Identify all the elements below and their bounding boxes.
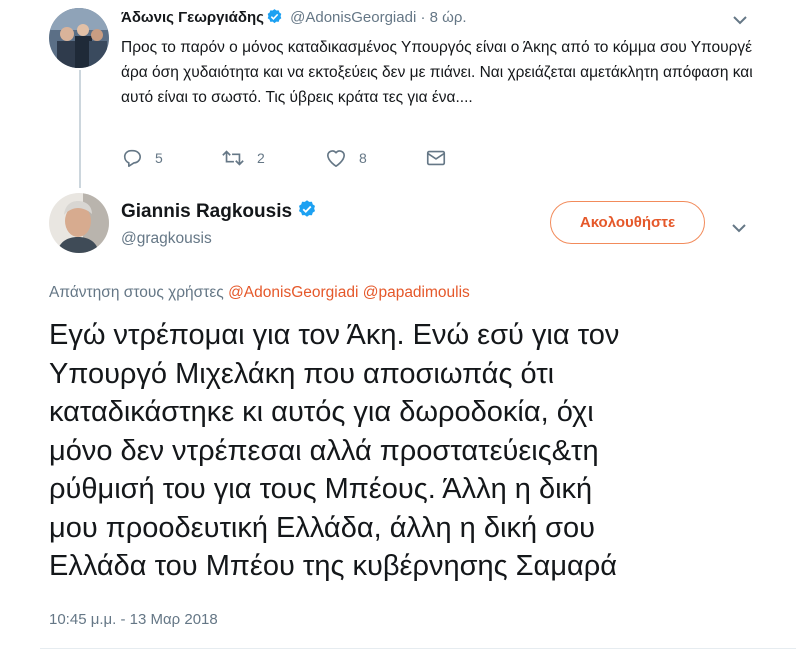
author-name-main[interactable]: Giannis Ragkousis	[121, 199, 320, 225]
author-handle[interactable]: @AdonisGeorgiadi	[290, 9, 416, 26]
avatar-ragkousis[interactable]	[49, 193, 109, 253]
replying-to-label: Απάντηση στους χρήστες	[49, 284, 224, 301]
author-name-text: Giannis Ragkousis	[121, 201, 293, 222]
avatar-adonis[interactable]	[49, 8, 109, 68]
retweet-action[interactable]: 2	[221, 148, 265, 168]
tweet-line: ρύθμισή του για τους Μπέους. Άλλη η δική	[49, 473, 593, 505]
like-action[interactable]: 8	[325, 148, 367, 168]
tweet-line: Υπουργό Μιχελάκη που αποσιωπάς ότι	[49, 357, 555, 390]
chevron-down-icon[interactable]	[732, 12, 748, 25]
reply-tweet-header: Άδωνις Γεωργιάδης @AdonisGeorgiadi · 8 ώ…	[121, 8, 467, 29]
mention-link[interactable]: @AdonisGeorgiadi	[228, 284, 358, 301]
tweet-timestamp[interactable]: 10:45 μ.μ. - 13 Μαρ 2018	[49, 611, 218, 628]
divider	[40, 648, 796, 649]
tweet-line: μόνο δεν ντρέπεσαι αλλά προστατεύεις&τη	[49, 434, 599, 467]
separator-dot: ·	[420, 9, 426, 26]
reply-action[interactable]: 5	[121, 148, 163, 168]
author-handle-main[interactable]: @gragkousis	[121, 230, 212, 248]
chevron-down-icon[interactable]	[731, 220, 747, 233]
tweet-line: μου προοδευτική Ελλάδα, άλλη η δική σου	[49, 511, 596, 544]
tweet-line: καταδικάστηκε κι αυτός για δωροδοκία, όχ…	[49, 396, 594, 428]
tweet-line: Εγώ ντρέπομαι για τον Άκη. Ενώ εσύ για τ…	[49, 319, 620, 351]
tweet-time[interactable]: 8 ώρ.	[430, 9, 467, 26]
author-name[interactable]: Άδωνις Γεωργιάδης	[121, 9, 264, 26]
like-count: 8	[359, 150, 367, 166]
main-tweet-text: Εγώ ντρέπομαι για τον Άκη. Ενώ εσύ για τ…	[49, 316, 789, 586]
retweet-count: 2	[257, 150, 265, 166]
mention-link[interactable]: @papadimoulis	[363, 284, 470, 301]
dm-action[interactable]	[425, 148, 447, 168]
follow-button[interactable]: Ακολουθήστε	[550, 201, 705, 244]
replying-to: Απάντηση στους χρήστες @AdonisGeorgiadi …	[49, 284, 470, 302]
reply-icon	[123, 149, 141, 167]
reply-count: 5	[155, 150, 163, 166]
reply-tweet-text: Προς το παρόν ο μόνος καταδικασμένος Υπο…	[121, 39, 753, 106]
verified-icon	[297, 199, 317, 225]
thread-line	[79, 70, 81, 188]
dm-icon	[426, 150, 446, 166]
like-icon	[327, 150, 345, 167]
tweet-line: Ελλάδα του Μπέου της κυβέρνησης Σαμαρά	[49, 550, 618, 582]
verified-icon	[266, 8, 283, 29]
retweet-icon	[222, 150, 244, 166]
